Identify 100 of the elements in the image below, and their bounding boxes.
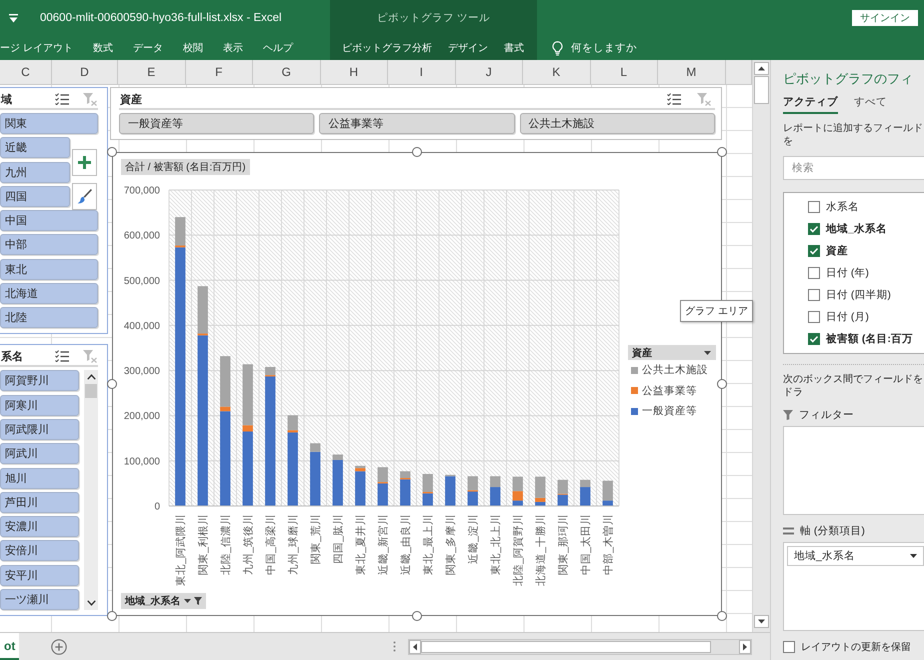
slicer-item[interactable]: 近畿 bbox=[0, 137, 70, 158]
bar-segment[interactable] bbox=[558, 494, 568, 506]
column-header[interactable]: H bbox=[320, 60, 388, 85]
slicer-item[interactable]: 北陸 bbox=[0, 307, 98, 328]
ribbon-tab[interactable]: 表示 bbox=[212, 36, 253, 60]
bar-segment[interactable] bbox=[535, 476, 546, 498]
slicer-item[interactable]: 安倍川 bbox=[0, 540, 79, 562]
area-field-item[interactable]: 地域_水系名 bbox=[787, 546, 924, 566]
checkbox[interactable] bbox=[808, 223, 820, 235]
chevron-up-icon[interactable] bbox=[86, 374, 96, 380]
value-field-button[interactable]: 合計 / 被害額 (名目:百万円) bbox=[121, 159, 250, 175]
chevron-down-icon[interactable] bbox=[86, 600, 96, 606]
resize-handle[interactable] bbox=[717, 611, 727, 621]
bar-segment[interactable] bbox=[422, 474, 433, 492]
column-header[interactable]: G bbox=[253, 60, 320, 85]
tell-me-search[interactable]: 何をしますか bbox=[552, 36, 637, 60]
column-header[interactable]: D bbox=[52, 60, 118, 85]
slicer-item[interactable]: 公共土木施設 bbox=[520, 113, 715, 134]
slicer-item[interactable]: 阿武隈川 bbox=[0, 418, 79, 440]
bar-segment[interactable] bbox=[602, 480, 613, 501]
scroll-thumb[interactable] bbox=[421, 640, 711, 652]
bar-segment[interactable] bbox=[422, 493, 433, 506]
chart-styles-button[interactable] bbox=[72, 183, 97, 210]
resize-handle[interactable] bbox=[412, 147, 422, 157]
slicer-item[interactable]: 旭川 bbox=[0, 468, 79, 489]
bar-segment[interactable] bbox=[220, 411, 230, 506]
resize-handle[interactable] bbox=[107, 611, 117, 621]
slicer-item[interactable]: 一ツ瀬川 bbox=[0, 589, 79, 610]
multi-select-icon[interactable] bbox=[667, 93, 681, 105]
field-name[interactable]: 資産 bbox=[826, 244, 848, 258]
ribbon-tab[interactable]: 書式 bbox=[496, 36, 532, 60]
column-header[interactable]: L bbox=[590, 60, 658, 85]
field-name[interactable]: 被害額 (名目:百万 bbox=[826, 332, 913, 346]
bar-segment[interactable] bbox=[445, 476, 456, 506]
bar-segment[interactable] bbox=[265, 376, 276, 506]
resize-handle[interactable] bbox=[412, 611, 422, 621]
resize-handle[interactable] bbox=[717, 147, 727, 157]
bar-segment[interactable] bbox=[580, 487, 590, 506]
multi-select-icon[interactable] bbox=[55, 350, 69, 362]
bar-segment[interactable] bbox=[602, 500, 613, 506]
bar-segment[interactable] bbox=[558, 480, 568, 494]
bar-segment[interactable] bbox=[535, 498, 546, 502]
bar-segment[interactable] bbox=[490, 476, 500, 488]
bar-segment[interactable] bbox=[242, 425, 253, 432]
ribbon-tab[interactable]: データ bbox=[122, 36, 173, 60]
ribbon-tab[interactable]: 校閲 bbox=[172, 36, 213, 60]
bar-segment[interactable] bbox=[175, 247, 186, 506]
slicer-item[interactable]: 関東 bbox=[0, 113, 98, 134]
bar-segment[interactable] bbox=[378, 467, 388, 482]
resize-handle[interactable] bbox=[717, 379, 727, 389]
bar-segment[interactable] bbox=[400, 471, 410, 478]
slicer-item[interactable]: 安平川 bbox=[0, 564, 79, 586]
bar-segment[interactable] bbox=[490, 487, 500, 506]
field-name[interactable]: 日付 (月) bbox=[826, 310, 869, 324]
slicer-item[interactable]: 九州 bbox=[0, 162, 70, 183]
slicer-item[interactable]: 四国 bbox=[0, 186, 70, 207]
bar-segment[interactable] bbox=[468, 492, 478, 506]
slicer-scrollbar[interactable] bbox=[84, 370, 98, 610]
clear-filter-icon[interactable] bbox=[697, 92, 711, 106]
checkbox[interactable] bbox=[783, 641, 795, 653]
slicer-item[interactable]: 中部 bbox=[0, 234, 98, 256]
slicer-item[interactable]: 北海道 bbox=[0, 283, 98, 304]
search-field[interactable]: 検索 bbox=[783, 156, 924, 180]
slicer-item[interactable]: 阿賀野川 bbox=[0, 370, 79, 392]
column-header[interactable]: F bbox=[186, 60, 253, 85]
bar-segment[interactable] bbox=[242, 432, 253, 506]
scroll-thumb[interactable] bbox=[754, 76, 769, 104]
bar-segment[interactable] bbox=[355, 471, 366, 506]
bar-segment[interactable] bbox=[198, 335, 208, 506]
column-header[interactable]: I bbox=[388, 60, 456, 85]
slicer-item[interactable]: 安濃川 bbox=[0, 516, 79, 538]
checkbox[interactable] bbox=[808, 311, 820, 323]
axis-field-button[interactable]: 地域_水系名 bbox=[121, 593, 206, 609]
column-header[interactable]: E bbox=[118, 60, 186, 85]
bar-segment[interactable] bbox=[512, 476, 523, 492]
bar-segment[interactable] bbox=[468, 476, 478, 490]
field-name[interactable]: 日付 (四半期) bbox=[826, 288, 891, 302]
column-header[interactable]: K bbox=[523, 60, 590, 85]
slicer-item[interactable]: 阿寒川 bbox=[0, 394, 79, 416]
field-name[interactable]: 日付 (年) bbox=[826, 266, 869, 280]
drop-area[interactable] bbox=[783, 426, 924, 515]
bar-segment[interactable] bbox=[512, 491, 523, 501]
ribbon-tab[interactable]: デザイン bbox=[440, 36, 496, 60]
ribbon-tab[interactable]: ピボットグラフ分析 bbox=[334, 36, 440, 60]
clear-filter-icon[interactable] bbox=[83, 92, 97, 106]
quick-access-caret-icon[interactable] bbox=[9, 14, 18, 22]
bar-segment[interactable] bbox=[355, 466, 366, 468]
resize-handle[interactable] bbox=[107, 147, 117, 157]
slicer-item[interactable]: 阿武川 bbox=[0, 443, 79, 464]
column-header[interactable]: M bbox=[658, 60, 726, 85]
vertical-scrollbar[interactable] bbox=[752, 60, 770, 632]
checkbox[interactable] bbox=[808, 245, 820, 257]
worksheet-grid[interactable] bbox=[0, 85, 752, 632]
horizontal-scrollbar[interactable] bbox=[408, 638, 752, 654]
drop-area[interactable]: 地域_水系名 bbox=[783, 542, 924, 631]
bar-segment[interactable] bbox=[220, 406, 230, 412]
slicer-item[interactable]: 一般資産等 bbox=[119, 113, 314, 134]
pane-tab[interactable]: すべて bbox=[854, 93, 887, 114]
slicer-item[interactable]: 中国 bbox=[0, 210, 98, 232]
field-name[interactable]: 水系名 bbox=[826, 200, 859, 214]
